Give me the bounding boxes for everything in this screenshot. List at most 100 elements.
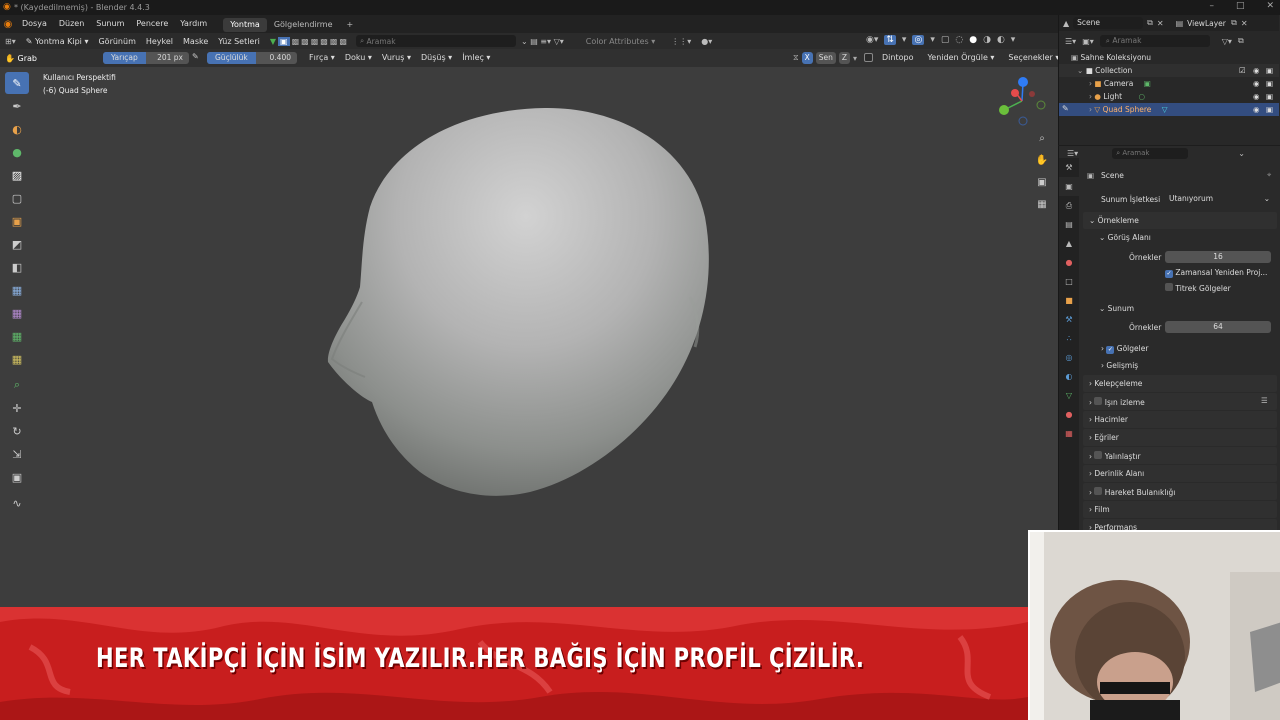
view-layer-tab-icon[interactable]: ▤ bbox=[1059, 215, 1079, 234]
tool-tab-icon[interactable]: ⚒ bbox=[1059, 158, 1079, 177]
collection-checkbox-icon[interactable]: ☑ bbox=[1239, 64, 1246, 77]
edit-mode-icon[interactable]: ✎ bbox=[1062, 104, 1069, 113]
minimize-icon[interactable]: – bbox=[1209, 1, 1214, 11]
collapse-icon[interactable]: ⌄ bbox=[1077, 66, 1083, 75]
line-project-icon[interactable]: ◧ bbox=[5, 256, 29, 278]
shading-rendered-icon[interactable]: ◐ bbox=[997, 35, 1005, 45]
advanced-subpanel[interactable]: › Gelişmiş bbox=[1101, 361, 1138, 370]
gizmo-icon[interactable]: ⇅ bbox=[884, 35, 896, 45]
transform-icon[interactable]: ▣ bbox=[5, 466, 29, 488]
tab-shading[interactable]: Gölgelendirme bbox=[267, 18, 340, 32]
menu-window[interactable]: Pencere bbox=[130, 15, 174, 33]
scene-selector[interactable]: Scene bbox=[1073, 17, 1144, 29]
menu-edit[interactable]: Düzen bbox=[53, 15, 90, 33]
navigation-gizmo[interactable] bbox=[996, 73, 1048, 129]
data-tab-icon[interactable]: ▽ bbox=[1059, 386, 1079, 405]
raytracing-checkbox-icon[interactable] bbox=[1094, 397, 1103, 405]
radius-field[interactable]: Yarıçap 201 px bbox=[103, 52, 189, 64]
close-icon[interactable]: ✕ bbox=[1266, 1, 1274, 11]
asset-search-input[interactable]: ⌕ Aramak bbox=[355, 35, 516, 47]
symmetry-x-toggle[interactable]: X bbox=[801, 52, 813, 64]
grab-brush-icon[interactable]: ✎ bbox=[5, 72, 29, 94]
film-header[interactable]: › Film bbox=[1089, 505, 1110, 514]
cloth-filter-icon[interactable]: ▦ bbox=[5, 302, 29, 324]
properties-editor-icon[interactable]: ☰▾ bbox=[1067, 149, 1078, 158]
menu-view[interactable]: Görünüm bbox=[93, 37, 140, 46]
overlays-icon[interactable]: ◎ bbox=[912, 35, 925, 45]
outliner-camera[interactable]: › ■ Camera ▣ ◉ ▣ bbox=[1059, 77, 1279, 90]
volumes-header[interactable]: › Hacimler bbox=[1089, 415, 1128, 424]
new-scene-icon[interactable]: ⧉ bbox=[1147, 18, 1153, 28]
mask-brush-icon[interactable]: ▨ bbox=[5, 164, 29, 186]
dyntopo-checkbox[interactable] bbox=[864, 53, 873, 62]
outliner-collection[interactable]: ⌄ ■ Collection ☑ ◉ ▣ bbox=[1059, 64, 1279, 77]
3d-viewport[interactable]: Kullanıcı Perspektifi (-6) Quad Sphere ⌕… bbox=[0, 67, 1058, 607]
delete-layer-icon[interactable]: ✕ bbox=[1241, 19, 1248, 28]
simplify-checkbox-icon[interactable] bbox=[1094, 451, 1103, 459]
move-icon[interactable]: ✛ bbox=[5, 397, 29, 419]
face-set-icon[interactable]: ▣ bbox=[5, 210, 29, 232]
xray-icon[interactable]: ▢ bbox=[941, 35, 950, 45]
menu-render[interactable]: Sunum bbox=[90, 15, 130, 33]
symmetry-z-toggle[interactable]: Z bbox=[838, 52, 851, 64]
paint-brush-icon[interactable]: ● bbox=[5, 141, 29, 163]
quad-sphere-render-icon[interactable]: ▣ bbox=[1266, 103, 1273, 116]
output-tab-icon[interactable]: ⎙ bbox=[1059, 196, 1079, 215]
clamping-header[interactable]: › Kelepçeleme bbox=[1089, 379, 1142, 388]
mode-selector[interactable]: ✎ Yontma Kipi ▾ bbox=[21, 37, 94, 46]
shading-material-icon[interactable]: ◑ bbox=[983, 35, 991, 45]
new-collection-icon[interactable]: ⧉ bbox=[1238, 36, 1244, 46]
quad-sphere-eye-icon[interactable]: ◉ bbox=[1253, 103, 1260, 116]
shadows-subpanel[interactable]: › ✓ Gölgeler bbox=[1101, 344, 1148, 354]
menu-cursor[interactable]: İmleç ▾ bbox=[457, 53, 495, 62]
viewport-samples-field[interactable]: 16 bbox=[1165, 251, 1271, 263]
properties-options-icon[interactable]: ⌄ bbox=[1238, 149, 1245, 158]
box-mask-icon[interactable]: ▢ bbox=[5, 187, 29, 209]
motion-blur-checkbox-icon[interactable] bbox=[1094, 487, 1103, 495]
motion-blur-header[interactable]: › Hareket Bulanıklığı bbox=[1089, 487, 1175, 497]
filter-icon[interactable]: ▽▾ bbox=[1222, 37, 1232, 46]
add-workspace-button[interactable]: + bbox=[340, 18, 361, 32]
menu-help[interactable]: Yardım bbox=[174, 15, 213, 33]
view-layer-selector[interactable]: ViewLayer bbox=[1187, 19, 1227, 28]
jitter-shadows-checkbox[interactable]: Titrek Gölgeler bbox=[1165, 283, 1231, 293]
edit-face-set-icon[interactable]: ▦ bbox=[5, 348, 29, 370]
menu-texture[interactable]: Doku ▾ bbox=[340, 53, 377, 62]
outliner-editor-icon[interactable]: ☰▾ bbox=[1065, 37, 1076, 46]
shading-wireframe-icon[interactable]: ◌ bbox=[955, 35, 963, 45]
pan-hand-icon[interactable]: ✋ bbox=[1033, 151, 1051, 169]
color-attributes-dropdown[interactable]: Color Attributes ▾ bbox=[581, 37, 660, 46]
mesh-filter-icon[interactable]: ▦ bbox=[5, 279, 29, 301]
world-tab-icon[interactable]: ● bbox=[1059, 253, 1079, 272]
color-filter-icon[interactable]: ▦ bbox=[5, 325, 29, 347]
outliner-quad-sphere[interactable]: › ▽ Quad Sphere ▽ ◉ ▣ bbox=[1059, 103, 1279, 116]
raytracing-header[interactable]: › Işın izleme bbox=[1089, 397, 1145, 407]
temporal-reprojection-checkbox[interactable]: ✓ Zamansal Yeniden Proj... bbox=[1165, 268, 1267, 278]
menu-mask[interactable]: Maske bbox=[178, 37, 213, 46]
camera-view-icon[interactable]: ▣ bbox=[1033, 173, 1051, 191]
shelf-options-icon[interactable]: ⌄ ▤ ≡▾ ▽▾ bbox=[516, 37, 569, 46]
light-eye-icon[interactable]: ◉ bbox=[1253, 90, 1260, 103]
viewport-subpanel-header[interactable]: ⌄ Görüş Alanı bbox=[1099, 233, 1151, 242]
material-tab-icon[interactable]: ● bbox=[1059, 405, 1079, 424]
tab-sculpting[interactable]: Yontma bbox=[223, 18, 267, 32]
editor-type-icon[interactable]: ⊞▾ bbox=[0, 37, 21, 46]
visibility-icon[interactable]: ◉▾ bbox=[866, 35, 878, 45]
curves-header[interactable]: › Eğriler bbox=[1089, 433, 1119, 442]
radius-pressure-icon[interactable]: ✎ bbox=[192, 52, 199, 61]
expand-icon[interactable]: › bbox=[1089, 105, 1092, 114]
pin-icon[interactable]: ⌖ bbox=[1267, 170, 1271, 180]
menu-face-sets[interactable]: Yüz Setleri bbox=[213, 37, 265, 46]
scene-tab-icon[interactable]: ▲ bbox=[1059, 234, 1079, 253]
raytracing-list-icon[interactable]: ☰ bbox=[1261, 396, 1268, 405]
shadows-checkbox-icon[interactable]: ✓ bbox=[1106, 346, 1115, 354]
collection-eye-icon[interactable]: ◉ bbox=[1253, 64, 1260, 77]
outliner-search-input[interactable]: ⌕ Aramak bbox=[1099, 35, 1210, 47]
texture-tab-icon[interactable]: ▦ bbox=[1059, 424, 1079, 443]
expand-icon[interactable]: › bbox=[1089, 79, 1092, 88]
delete-scene-icon[interactable]: ✕ bbox=[1157, 19, 1164, 28]
rotate-icon[interactable]: ↻ bbox=[5, 420, 29, 442]
properties-search-input[interactable]: ⌕ Aramak bbox=[1112, 147, 1189, 159]
clay-brush-icon[interactable]: ◐ bbox=[5, 118, 29, 140]
dof-header[interactable]: › Derinlik Alanı bbox=[1089, 469, 1144, 478]
